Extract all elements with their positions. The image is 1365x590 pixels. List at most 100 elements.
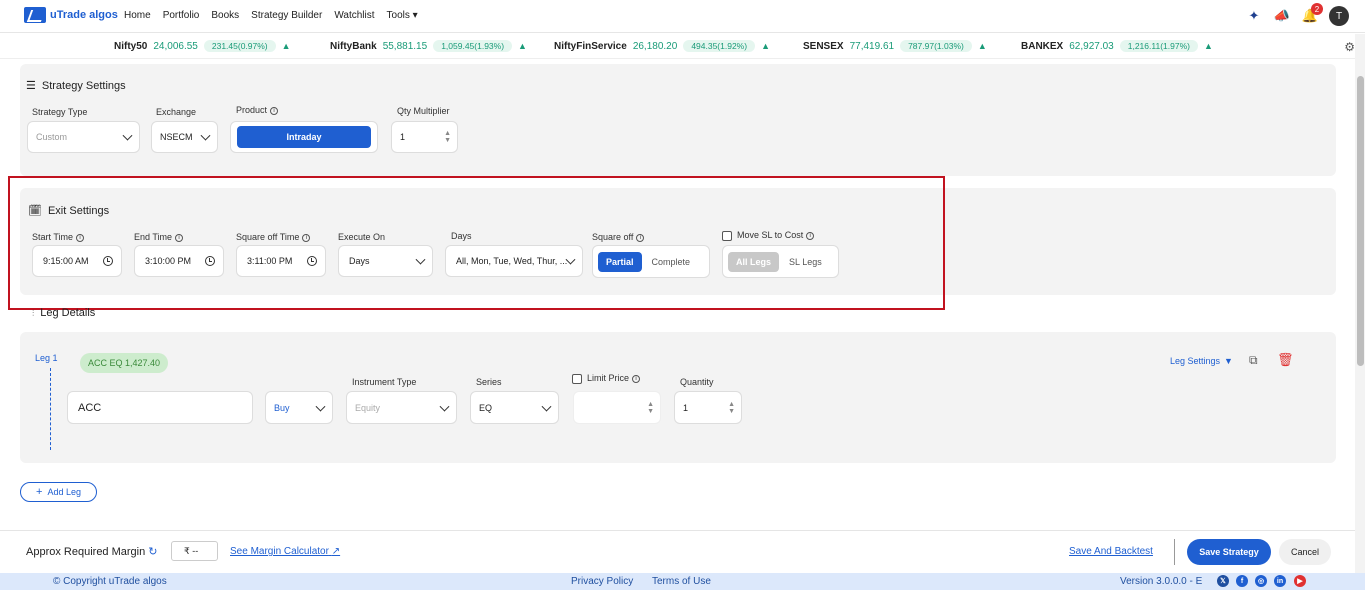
menu-tools[interactable]: Tools ▾ [387, 10, 418, 21]
ticker-item[interactable]: NiftyBank 55,881.15 1,059.45(1.93%) ▲ [330, 40, 527, 52]
instrument-type-label: Instrument Type [352, 377, 417, 387]
megaphone-icon[interactable]: 📣 [1273, 7, 1291, 25]
ticker-value: 26,180.20 [632, 40, 678, 52]
menu-watchlist[interactable]: Watchlist [334, 10, 374, 21]
ticker-name: Nifty50 [114, 40, 148, 52]
strategy-settings-card: ☰ Strategy Settings Strategy Type Custom… [20, 64, 1336, 176]
external-link-icon: ↗ [331, 546, 341, 557]
bell-icon[interactable]: 🔔 2 [1301, 3, 1323, 25]
info-icon[interactable]: i [270, 106, 279, 115]
facebook-icon[interactable]: f [1236, 575, 1248, 587]
info-icon[interactable]: i [632, 374, 641, 383]
exchange-select[interactable]: NSECM [151, 121, 218, 153]
series-select[interactable]: EQ [470, 391, 559, 424]
add-leg-button[interactable]: + Add Leg [20, 482, 97, 502]
series-value: EQ [479, 402, 493, 413]
gear-icon[interactable]: ⚙ [1344, 40, 1355, 54]
save-strategy-button[interactable]: Save Strategy [1187, 539, 1271, 565]
ticker-value: 55,881.15 [382, 40, 428, 52]
margin-calculator-link[interactable]: See Margin Calculator ↗ [230, 546, 340, 557]
refresh-icon[interactable]: ↻ [148, 545, 157, 558]
copy-icon[interactable]: ⧉ [1249, 353, 1258, 368]
scroll-thumb[interactable] [1357, 76, 1364, 366]
page-scrollbar[interactable] [1355, 34, 1365, 574]
stepper-icon[interactable]: ▲ ▼ [647, 401, 654, 415]
market-ticker: Nifty50 24,006.55 231.45(0.97%) ▲ NiftyB… [0, 34, 1365, 59]
section-title: Leg Details [40, 307, 96, 319]
menu-portfolio[interactable]: Portfolio [163, 10, 200, 21]
instrument-type-select[interactable]: Equity [346, 391, 457, 424]
instrument-value: ACC [78, 401, 102, 414]
terms-of-use-link[interactable]: Terms of Use [652, 576, 711, 587]
qty-multiplier-value: 1 [400, 132, 406, 142]
instagram-icon[interactable]: ◎ [1255, 575, 1267, 587]
strategy-type-label: Strategy Type [32, 107, 88, 117]
ticker-item[interactable]: NiftyFinService 26,180.20 494.35(1.92%) … [554, 40, 770, 52]
x-icon[interactable]: 𝕏 [1217, 575, 1229, 587]
quantity-input[interactable]: 1 ▲ ▼ [674, 391, 742, 424]
instrument-input[interactable]: ACC [67, 391, 253, 424]
qty-multiplier-label: Qty Multiplier [397, 106, 450, 116]
avatar[interactable]: T [1329, 6, 1349, 26]
stepper-icon[interactable]: ▲ ▼ [444, 130, 451, 144]
nav-actions: ✦ 📣 🔔 2 T [1245, 3, 1349, 26]
margin-label: Approx Required Margin ↻ [26, 545, 157, 559]
arrow-up-icon: ▲ [1203, 41, 1213, 51]
copyright-bar: © Copyright uTrade algos Privacy Policy … [0, 573, 1365, 590]
instrument-type-value: Equity [355, 402, 381, 413]
side-select[interactable]: Buy [265, 391, 333, 424]
leg-card: Leg 1 ACC EQ 1,427.40 Leg Settings ▼ ⧉ 🗑 … [20, 332, 1336, 463]
youtube-icon[interactable]: ▶ [1294, 575, 1306, 587]
save-and-backtest-link[interactable]: Save And Backtest [1069, 546, 1153, 557]
cancel-button[interactable]: Cancel [1279, 539, 1331, 565]
chevron-down-icon [200, 130, 211, 141]
menu-books[interactable]: Books [211, 10, 239, 21]
chevron-down-icon: ▾ [412, 10, 418, 21]
margin-calculator-label: See Margin Calculator [230, 546, 329, 557]
ticker-value: 77,419.61 [849, 40, 895, 52]
stepper-icon[interactable]: ▲ ▼ [728, 401, 735, 415]
intraday-option[interactable]: Intraday [237, 126, 371, 148]
leg-settings-button[interactable]: Leg Settings ▼ [1170, 356, 1233, 366]
main-menu: Home Portfolio Books Strategy Builder Wa… [124, 10, 418, 21]
ticker-name: SENSEX [803, 40, 844, 52]
chevron-down-icon [315, 401, 326, 412]
logo-icon [24, 7, 46, 23]
chevron-down-icon [541, 401, 552, 412]
linkedin-icon[interactable]: in [1274, 575, 1286, 587]
exchange-value: NSECM [160, 132, 193, 142]
ticker-item[interactable]: BANKEX 62,927.03 1,216.11(1.97%) ▲ [1021, 40, 1213, 52]
caret-down-icon: ▼ [1224, 356, 1233, 366]
sparkle-icon[interactable]: ✦ [1245, 7, 1263, 25]
margin-label-text: Approx Required Margin [26, 545, 146, 558]
trash-icon[interactable]: 🗑 [1277, 352, 1294, 368]
leg-label: Leg 1 [35, 353, 58, 363]
copyright-text: © Copyright uTrade algos [53, 576, 167, 587]
ticker-change: 231.45(0.97%) [203, 40, 276, 52]
limit-price-checkbox[interactable] [572, 373, 582, 384]
chevron-down-icon [122, 130, 133, 141]
product-toggle: Intraday [230, 121, 378, 153]
footer-bar: Approx Required Margin ↻ ₹ -- See Margin … [0, 530, 1355, 573]
notification-badge: 2 [1311, 3, 1323, 15]
arrow-up-icon: ▲ [761, 41, 770, 51]
arrow-up-icon: ▲ [977, 41, 987, 51]
highlight-outline [8, 176, 945, 310]
ticker-change: 1,059.45(1.93%) [433, 40, 513, 52]
ticker-item[interactable]: Nifty50 24,006.55 231.45(0.97%) ▲ [114, 40, 291, 52]
menu-tools-label: Tools [386, 10, 410, 21]
ticker-change: 494.35(1.92%) [683, 40, 756, 52]
logo[interactable]: uTrade algos [24, 7, 118, 23]
arrow-up-icon: ▲ [281, 41, 291, 51]
menu-strategy-builder[interactable]: Strategy Builder [251, 10, 322, 21]
qty-multiplier-input[interactable]: 1 ▲ ▼ [391, 121, 458, 153]
menu-home[interactable]: Home [124, 10, 151, 21]
ticker-item[interactable]: SENSEX 77,419.61 787.97(1.03%) ▲ [803, 40, 987, 52]
ticker-name: BANKEX [1021, 40, 1064, 52]
strategy-type-select[interactable]: Custom [27, 121, 140, 153]
privacy-policy-link[interactable]: Privacy Policy [571, 576, 633, 587]
limit-price-input[interactable]: ▲ ▼ [573, 391, 661, 424]
section-title: Strategy Settings [41, 79, 126, 92]
logo-text: uTrade algos [50, 9, 118, 21]
ticker-name: NiftyBank [330, 40, 377, 52]
